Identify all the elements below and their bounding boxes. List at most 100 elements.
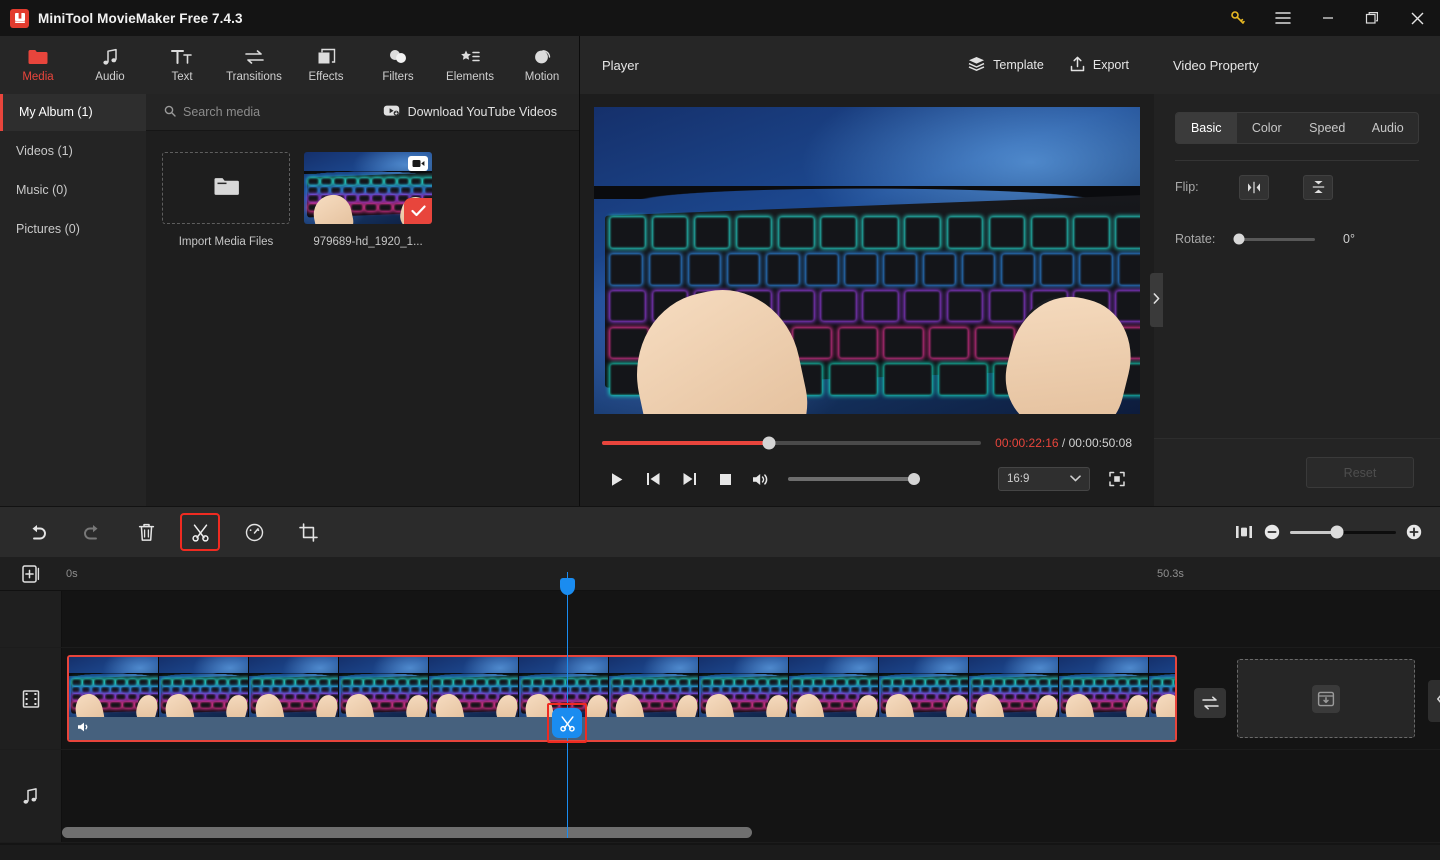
media-item-name: 979689-hd_1920_1... bbox=[313, 236, 423, 248]
add-media-icon bbox=[22, 564, 40, 583]
transitions-arrows-icon bbox=[244, 47, 265, 66]
media-content: Videos (1) Music (0) Pictures (0) Import… bbox=[0, 131, 579, 506]
seek-row: 00:00:22:16 / 00:00:50:08 bbox=[602, 426, 1132, 459]
split-at-playhead-button[interactable] bbox=[552, 708, 582, 738]
stop-icon bbox=[719, 473, 731, 485]
minimize-icon[interactable] bbox=[1305, 0, 1350, 36]
video-clip[interactable] bbox=[67, 655, 1177, 742]
timeline-horizontal-scrollbar[interactable] bbox=[62, 827, 1440, 838]
tab-transitions[interactable]: Transitions bbox=[218, 36, 290, 94]
redo-button[interactable] bbox=[74, 515, 110, 549]
clip-thumbnail bbox=[1059, 657, 1149, 719]
album-item-pictures[interactable]: Pictures (0) bbox=[0, 209, 146, 248]
scrollbar-thumb[interactable] bbox=[62, 827, 752, 838]
close-icon[interactable] bbox=[1395, 0, 1440, 36]
flip-vertical-button[interactable] bbox=[1303, 174, 1333, 200]
tab-audio[interactable]: Audio bbox=[1358, 113, 1419, 143]
next-frame-button[interactable] bbox=[674, 464, 704, 494]
music-note-icon bbox=[23, 787, 37, 804]
module-tab-bar: Media Audio Text Transitions Effects Fil… bbox=[0, 36, 579, 94]
folder-icon bbox=[28, 47, 48, 66]
tab-text[interactable]: Text bbox=[146, 36, 218, 94]
tab-speed[interactable]: Speed bbox=[1297, 113, 1358, 143]
timeline-ruler: 0s 50.3s bbox=[0, 557, 1440, 591]
add-transition-button[interactable] bbox=[1194, 688, 1226, 718]
tab-effects[interactable]: Effects bbox=[290, 36, 362, 94]
export-button[interactable]: Export bbox=[1059, 49, 1140, 82]
flip-horizontal-button[interactable] bbox=[1239, 174, 1269, 200]
overlay-track-header[interactable] bbox=[0, 591, 62, 647]
media-thumbnail[interactable] bbox=[304, 152, 432, 224]
video-stage bbox=[580, 94, 1154, 426]
media-item: 979689-hd_1920_1... bbox=[304, 152, 432, 248]
album-item-music[interactable]: Music (0) bbox=[0, 170, 146, 209]
tab-audio[interactable]: Audio bbox=[74, 36, 146, 94]
seek-bar[interactable] bbox=[602, 436, 982, 449]
fullscreen-button[interactable] bbox=[1102, 464, 1132, 494]
zoom-in-button[interactable] bbox=[1406, 524, 1422, 540]
tab-color[interactable]: Color bbox=[1237, 113, 1298, 143]
clip-thumbnail bbox=[1149, 657, 1175, 719]
tab-basic[interactable]: Basic bbox=[1176, 113, 1237, 143]
fit-timeline-button[interactable] bbox=[1234, 522, 1254, 542]
menu-icon[interactable] bbox=[1260, 0, 1305, 36]
tab-media[interactable]: Media bbox=[2, 36, 74, 94]
transition-arrows-icon bbox=[1201, 696, 1219, 710]
template-button[interactable]: Template bbox=[957, 49, 1055, 82]
stop-button[interactable] bbox=[710, 464, 740, 494]
reset-button[interactable]: Reset bbox=[1306, 457, 1414, 488]
media-dropzone[interactable] bbox=[1237, 659, 1415, 738]
video-track-lane[interactable] bbox=[62, 648, 1440, 749]
download-youtube-videos-button[interactable]: Download YouTube Videos bbox=[383, 104, 557, 120]
volume-button[interactable] bbox=[746, 464, 776, 494]
search-placeholder-text: Search media bbox=[183, 105, 261, 119]
timeline-zoom-slider[interactable] bbox=[1290, 525, 1396, 539]
album-item-videos[interactable]: Videos (1) bbox=[0, 131, 146, 170]
tab-transitions-label: Transitions bbox=[226, 71, 282, 83]
flip-row: Flip: bbox=[1175, 161, 1419, 213]
play-button[interactable] bbox=[602, 464, 632, 494]
panel-collapse-button[interactable] bbox=[1150, 273, 1163, 327]
rotate-row: Rotate: 0° bbox=[1175, 213, 1419, 265]
crop-button[interactable] bbox=[290, 515, 326, 549]
split-button[interactable] bbox=[180, 513, 220, 551]
tab-elements[interactable]: Elements bbox=[434, 36, 506, 94]
chevron-left-icon bbox=[1436, 692, 1440, 710]
previous-frame-button[interactable] bbox=[638, 464, 668, 494]
template-label: Template bbox=[993, 58, 1044, 72]
my-album-header[interactable]: My Album (1) bbox=[0, 93, 146, 131]
maximize-icon[interactable] bbox=[1350, 0, 1395, 36]
speed-button[interactable] bbox=[236, 515, 272, 549]
music-note-icon bbox=[101, 47, 120, 66]
tab-motion[interactable]: Motion bbox=[506, 36, 578, 94]
clip-thumbnail bbox=[339, 657, 429, 719]
audio-track-header[interactable] bbox=[0, 750, 62, 842]
video-preview[interactable] bbox=[594, 106, 1140, 414]
playhead-handle[interactable] bbox=[560, 578, 575, 595]
ruler-marks[interactable]: 0s 50.3s bbox=[62, 557, 1440, 591]
filters-droplets-icon bbox=[388, 47, 408, 66]
clip-thumbnail bbox=[969, 657, 1059, 719]
overlay-track-row bbox=[0, 591, 1440, 648]
property-tabs: Basic Color Speed Audio bbox=[1175, 112, 1419, 144]
video-property-panel: Video Property Basic Color Speed Audio F… bbox=[1154, 36, 1440, 506]
aspect-ratio-select[interactable]: 16:9 bbox=[998, 467, 1090, 491]
overlay-track-lane[interactable] bbox=[62, 591, 1440, 647]
video-track-header[interactable] bbox=[0, 648, 62, 749]
player-actions: Template Export bbox=[957, 49, 1140, 82]
undo-button[interactable] bbox=[20, 515, 56, 549]
tab-filters[interactable]: Filters bbox=[362, 36, 434, 94]
volume-slider[interactable] bbox=[788, 473, 920, 485]
speaker-icon[interactable] bbox=[77, 720, 92, 738]
key-icon[interactable] bbox=[1215, 0, 1260, 36]
timeline-scroll-right-button[interactable] bbox=[1428, 680, 1440, 722]
zoom-out-button[interactable] bbox=[1264, 524, 1280, 540]
effects-squares-icon bbox=[317, 47, 336, 66]
rotate-slider[interactable] bbox=[1233, 233, 1315, 245]
speaker-icon bbox=[753, 473, 768, 485]
add-media-button[interactable] bbox=[0, 564, 62, 583]
search-media-field[interactable]: Search media bbox=[146, 105, 383, 120]
delete-button[interactable] bbox=[128, 515, 164, 549]
tab-motion-label: Motion bbox=[524, 71, 560, 83]
import-media-files-button[interactable] bbox=[162, 152, 290, 224]
